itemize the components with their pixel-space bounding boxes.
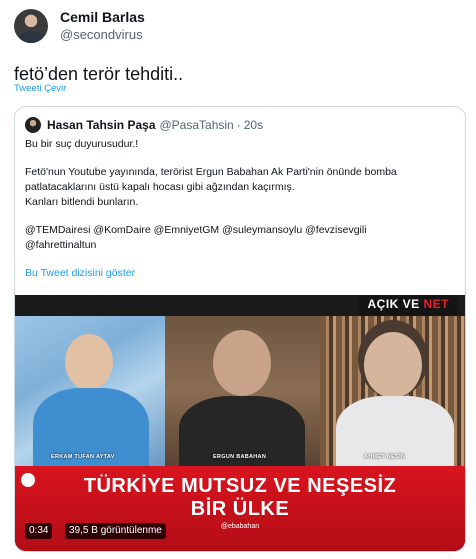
- author-display-name[interactable]: Cemil Barlas: [60, 8, 145, 26]
- guest-head: [65, 334, 113, 390]
- video-view-count: 39,5 B görüntülenme: [65, 523, 166, 539]
- guest-panel-left: ERKAM TUFAN AYTAV: [15, 316, 165, 466]
- video-headline: BİR ÜLKE: [190, 498, 290, 520]
- quoted-author-name[interactable]: Hasan Tahsin Paşa: [47, 118, 156, 132]
- video-player[interactable]: ERKAM TUFAN AYTAV ERGUN BABAHAN AHMET NE…: [15, 295, 465, 551]
- author-avatar[interactable]: [14, 8, 48, 43]
- quoted-tweet-body: Bu bir suç duyurusudur.! Fetö'nun Youtub…: [25, 137, 455, 253]
- quoted-line: Bu bir suç duyurusudur.!: [25, 138, 139, 150]
- guest-name-tag: AHMET NESİN: [364, 454, 406, 460]
- translate-link[interactable]: Tweeti Çevir: [14, 83, 66, 94]
- guest-head: [364, 332, 422, 398]
- author-handle[interactable]: @secondvirus: [60, 26, 145, 43]
- channel-logo-accent: NET: [423, 297, 449, 311]
- guest-panel-center: ERGUN BABAHAN: [165, 316, 320, 466]
- quoted-line: patlatacaklarını üstü kapalı hocası gibi…: [25, 181, 295, 193]
- show-thread-link[interactable]: Bu Tweet dizisini göster: [25, 267, 135, 279]
- channel-logo-text: AÇIK VE: [367, 297, 424, 311]
- quoted-author-avatar[interactable]: [25, 117, 41, 133]
- header-separator: ·: [236, 118, 241, 132]
- quoted-line: Kanları bitlendi bunların.: [25, 196, 139, 208]
- quoted-tweet-header: Hasan Tahsin Paşa @PasaTahsin · 20s: [25, 117, 266, 133]
- quoted-line: Fetö'nun Youtube yayınında, terörist Erg…: [25, 166, 397, 178]
- video-duration: 0:34: [25, 523, 53, 539]
- quoted-mentions-line[interactable]: @TEMDairesi @KomDaire @EmniyetGM @suleym…: [25, 223, 455, 238]
- guest-name-tag: ERGUN BABAHAN: [213, 454, 267, 460]
- guest-name-tag: ERKAM TUFAN AYTAV: [51, 454, 115, 460]
- guest-head: [213, 330, 271, 396]
- video-headline: TÜRKİYE MUTSUZ VE NEŞESİZ: [83, 475, 397, 497]
- channel-logo: AÇIK VE NET: [359, 295, 457, 316]
- author-names: Cemil Barlas @secondvirus: [60, 8, 145, 43]
- quoted-tweet[interactable]: Hasan Tahsin Paşa @PasaTahsin · 20s Bu b…: [14, 106, 466, 552]
- quoted-mentions-line[interactable]: @fahrettinaltun: [25, 238, 455, 253]
- quoted-author-handle[interactable]: @PasaTahsin: [160, 118, 234, 132]
- guest-panel-right: AHMET NESİN: [320, 316, 465, 466]
- quoted-timestamp[interactable]: 20s: [244, 118, 263, 132]
- tweet-header: Cemil Barlas @secondvirus: [14, 8, 145, 43]
